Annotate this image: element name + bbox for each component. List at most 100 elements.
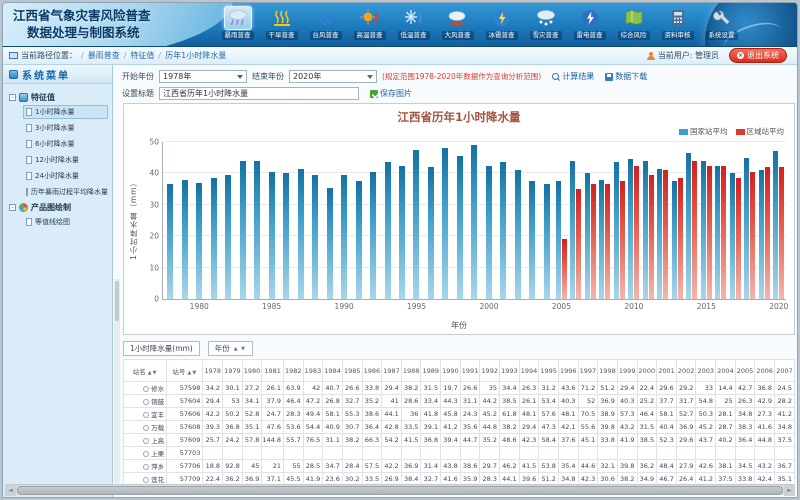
table-vertical-scrollbar[interactable] [114, 279, 120, 483]
sidebar-header: 系统菜单 [3, 65, 112, 84]
nav-item-lightning[interactable]: 雷电普查 [569, 6, 610, 46]
search-icon [552, 73, 560, 81]
page-icon [26, 188, 28, 196]
bar-group-1997 [438, 142, 452, 299]
bar-group-2000 [482, 142, 496, 299]
sidebar-item-1小时降水量[interactable]: 1小时降水量 [23, 105, 108, 119]
nav-item-audit[interactable]: 资料审核 [657, 6, 698, 46]
bar-group-2006 [569, 142, 583, 299]
col-header-year: 1993 [500, 360, 520, 382]
col-header-year: 1992 [480, 360, 500, 382]
bar-group-1990 [337, 142, 351, 299]
scrollbar-thumb[interactable] [17, 486, 783, 495]
download-icon [605, 73, 613, 81]
breadcrumb-item[interactable]: 特征值 [130, 51, 154, 60]
chart-title-input[interactable] [159, 87, 359, 100]
hail-icon [488, 6, 516, 30]
station-radio[interactable] [143, 438, 149, 444]
gale-icon [444, 6, 472, 30]
nav-item-drought[interactable]: 干旱普查 [261, 6, 302, 46]
station-radio[interactable] [143, 464, 149, 470]
col-header-year: 1999 [617, 360, 637, 382]
nav-item-settings[interactable]: 系统设置 [701, 6, 742, 46]
scroll-right-arrow-icon[interactable]: ► [784, 485, 795, 496]
bar-group-2008 [598, 142, 612, 299]
nav-item-risk[interactable]: 综合风险 [613, 6, 654, 46]
sidebar-tree: -特征值 1小时降水量 3小时降水量 6小时降水量 12小时降水量 24小时降水量历年暴雨… [3, 84, 112, 229]
col-header-year: 1994 [519, 360, 539, 382]
end-year-label: 结束年份 [252, 71, 284, 82]
table-row[interactable]: 上高 5760925.724.257.8144.855.776.531.138.… [124, 434, 795, 447]
start-year-select[interactable]: 1978年 [159, 70, 247, 83]
bar-group-2016 [713, 142, 727, 299]
expander-icon[interactable]: - [9, 204, 16, 211]
chevron-down-icon [237, 75, 243, 79]
drought-icon [268, 6, 296, 30]
app-header: 江西省气象灾害风险普查 数据处理与制图系统 暴雨普查 干旱普查 台风普查 高温普… [3, 3, 797, 47]
nav-item-rainstorm[interactable]: 暴雨普查 [217, 6, 258, 46]
end-year-select[interactable]: 2020年 [289, 70, 377, 83]
data-table-zone: 1小时降水量(mm) 年份▲ ▼ 站名 ▲▼ 站号 ▲▼197819791980… [123, 341, 795, 483]
sidebar-item-等值线绘图[interactable]: 等值线绘图 [23, 215, 108, 229]
sidebar-group-产品图绘制[interactable]: -产品图绘制 [9, 202, 108, 213]
sidebar-title: 系统菜单 [22, 67, 70, 82]
bar-group-1985 [264, 142, 278, 299]
start-year-label: 开始年份 [122, 71, 154, 82]
page-icon [26, 124, 32, 132]
sidebar-item-24小时降水量[interactable]: 24小时降水量 [23, 169, 108, 183]
table-row[interactable]: 万载 5760839.336.835.147.653.654.440.930.7… [124, 421, 795, 434]
bar-group-2018 [742, 142, 756, 299]
table-row[interactable]: 铜鼓 5760429.45334.137.946.447.226.832.735… [124, 395, 795, 408]
station-radio[interactable] [143, 451, 149, 457]
measure-select[interactable]: 1小时降水量(mm) [123, 341, 200, 356]
sidebar-item-6小时降水量[interactable]: 6小时降水量 [23, 137, 108, 151]
station-radio[interactable] [143, 399, 149, 405]
nav-item-low-temp[interactable]: 低温普查 [393, 6, 434, 46]
bar-group-1988 [308, 142, 322, 299]
save-image-button[interactable]: 保存图片 [370, 88, 412, 99]
bar-group-2005 [554, 142, 568, 299]
download-button[interactable]: 数据下载 [605, 71, 647, 82]
breadcrumb-prefix: 当前路径位置： [21, 50, 77, 61]
table-row[interactable]: 上栗 57703 [124, 447, 795, 460]
col-header-year: 1995 [539, 360, 559, 382]
table-row[interactable]: 修水 5759834.230.127.226.163.94240.726.633… [124, 382, 795, 395]
expander-icon[interactable]: - [9, 94, 16, 101]
nav-item-high-temp[interactable]: 高温普查 [349, 6, 390, 46]
user-icon [647, 52, 655, 60]
sidebar-item-12小时降水量[interactable]: 12小时降水量 [23, 153, 108, 167]
nav-item-typhoon[interactable]: 台风普查 [305, 6, 346, 46]
audit-icon [664, 6, 692, 30]
station-radio[interactable] [143, 412, 149, 418]
app-title-line1: 江西省气象灾害风险普查 [13, 8, 151, 25]
table-row[interactable]: 萍乡 5770618.892.845215528.534.728.457.542… [124, 460, 795, 473]
horizontal-scrollbar[interactable]: ◄ ► [5, 484, 795, 495]
sort-year-control[interactable]: 年份▲ ▼ [208, 341, 253, 356]
col-header-station[interactable]: 站名 ▲▼ [124, 360, 167, 382]
bar-group-1991 [351, 142, 365, 299]
nav-item-snow[interactable]: 雪灾普查 [525, 6, 566, 46]
scroll-left-arrow-icon[interactable]: ◄ [5, 485, 16, 496]
bar-group-1999 [467, 142, 481, 299]
typhoon-icon [312, 6, 340, 30]
calculate-button[interactable]: 计算结果 [552, 71, 594, 82]
sidebar-item-历年暴雨过程平均降水量[interactable]: 历年暴雨过程平均降水量 [23, 185, 108, 199]
logout-button[interactable]: × 退出系统 [729, 48, 787, 63]
sidebar-group-特征值[interactable]: -特征值 [9, 92, 108, 103]
bar-group-1993 [380, 142, 394, 299]
col-header-year: 1984 [323, 360, 343, 382]
low-temp-icon [400, 6, 428, 30]
station-radio[interactable] [143, 386, 149, 392]
sidebar-item-3小时降水量[interactable]: 3小时降水量 [23, 121, 108, 135]
table-row[interactable]: 宜丰 5760642.250.252.824.728.349.458.155.3… [124, 408, 795, 421]
nav-item-gale[interactable]: 大风普查 [437, 6, 478, 46]
bar-group-2004 [540, 142, 554, 299]
nav-item-hail[interactable]: 冰雹普查 [481, 6, 522, 46]
nav-items: 暴雨普查 干旱普查 台风普查 高温普查 低温普查 大风普查 冰雹普查 雪灾普查 … [217, 6, 742, 46]
station-radio[interactable] [143, 477, 149, 483]
breadcrumb-item[interactable]: 暴雨普查 [88, 51, 120, 60]
col-header-code[interactable]: 站号 ▲▼ [167, 360, 203, 382]
station-radio[interactable] [143, 425, 149, 431]
breadcrumb-item[interactable]: 历年1小时降水量 [165, 51, 226, 60]
table-row[interactable]: 莲花 5770922.436.236.937.145.541.923.630.2… [124, 473, 795, 484]
